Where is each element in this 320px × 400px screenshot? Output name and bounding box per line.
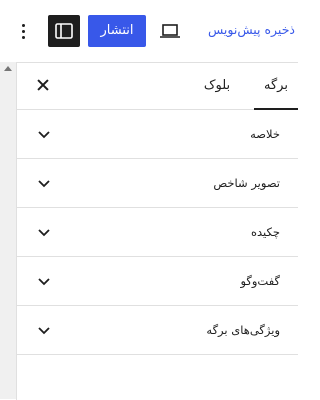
- editor-scroll-gutter[interactable]: [0, 62, 16, 399]
- section-featured-image[interactable]: تصویر شاخص: [17, 159, 298, 208]
- sidebar-tabs: برگه بلوک: [17, 63, 298, 110]
- section-page-attributes[interactable]: ویژگی‌های برگه: [17, 306, 298, 355]
- settings-toggle-button[interactable]: [48, 15, 80, 47]
- more-vertical-icon: [22, 24, 25, 27]
- scroll-up-icon[interactable]: [4, 66, 12, 71]
- section-label: چکیده: [251, 225, 280, 239]
- chevron-down-icon: [38, 180, 50, 188]
- tab-block[interactable]: بلوک: [191, 63, 243, 109]
- editor-header: انتشار ذخیره پیش‌نویس: [0, 0, 301, 60]
- section-label: گفت‌وگو: [240, 274, 280, 288]
- chevron-down-icon: [38, 131, 50, 139]
- close-icon[interactable]: [33, 76, 53, 96]
- section-label: خلاصه: [250, 127, 280, 141]
- preview-button[interactable]: [156, 18, 184, 44]
- chevron-down-icon: [38, 278, 50, 286]
- sidebar-sections: خلاصه تصویر شاخص چکیده گفت‌وگو ویژگی‌های…: [17, 110, 298, 355]
- section-summary[interactable]: خلاصه: [17, 110, 298, 159]
- settings-sidebar: برگه بلوک خلاصه تصویر شاخص چکیده گفت‌وگو…: [16, 62, 298, 400]
- options-menu-button[interactable]: [12, 18, 34, 44]
- chevron-down-icon: [38, 229, 50, 237]
- section-label: ویژگی‌های برگه: [206, 323, 280, 337]
- section-excerpt[interactable]: چکیده: [17, 208, 298, 257]
- sidebar-settings-icon: [55, 23, 73, 39]
- tab-page[interactable]: برگه: [254, 63, 298, 110]
- publish-button[interactable]: انتشار: [88, 15, 146, 47]
- section-discussion[interactable]: گفت‌وگو: [17, 257, 298, 306]
- laptop-preview-icon: [160, 24, 180, 38]
- section-label: تصویر شاخص: [213, 176, 280, 190]
- chevron-down-icon: [38, 327, 50, 335]
- save-draft-button[interactable]: ذخیره پیش‌نویس: [208, 22, 295, 37]
